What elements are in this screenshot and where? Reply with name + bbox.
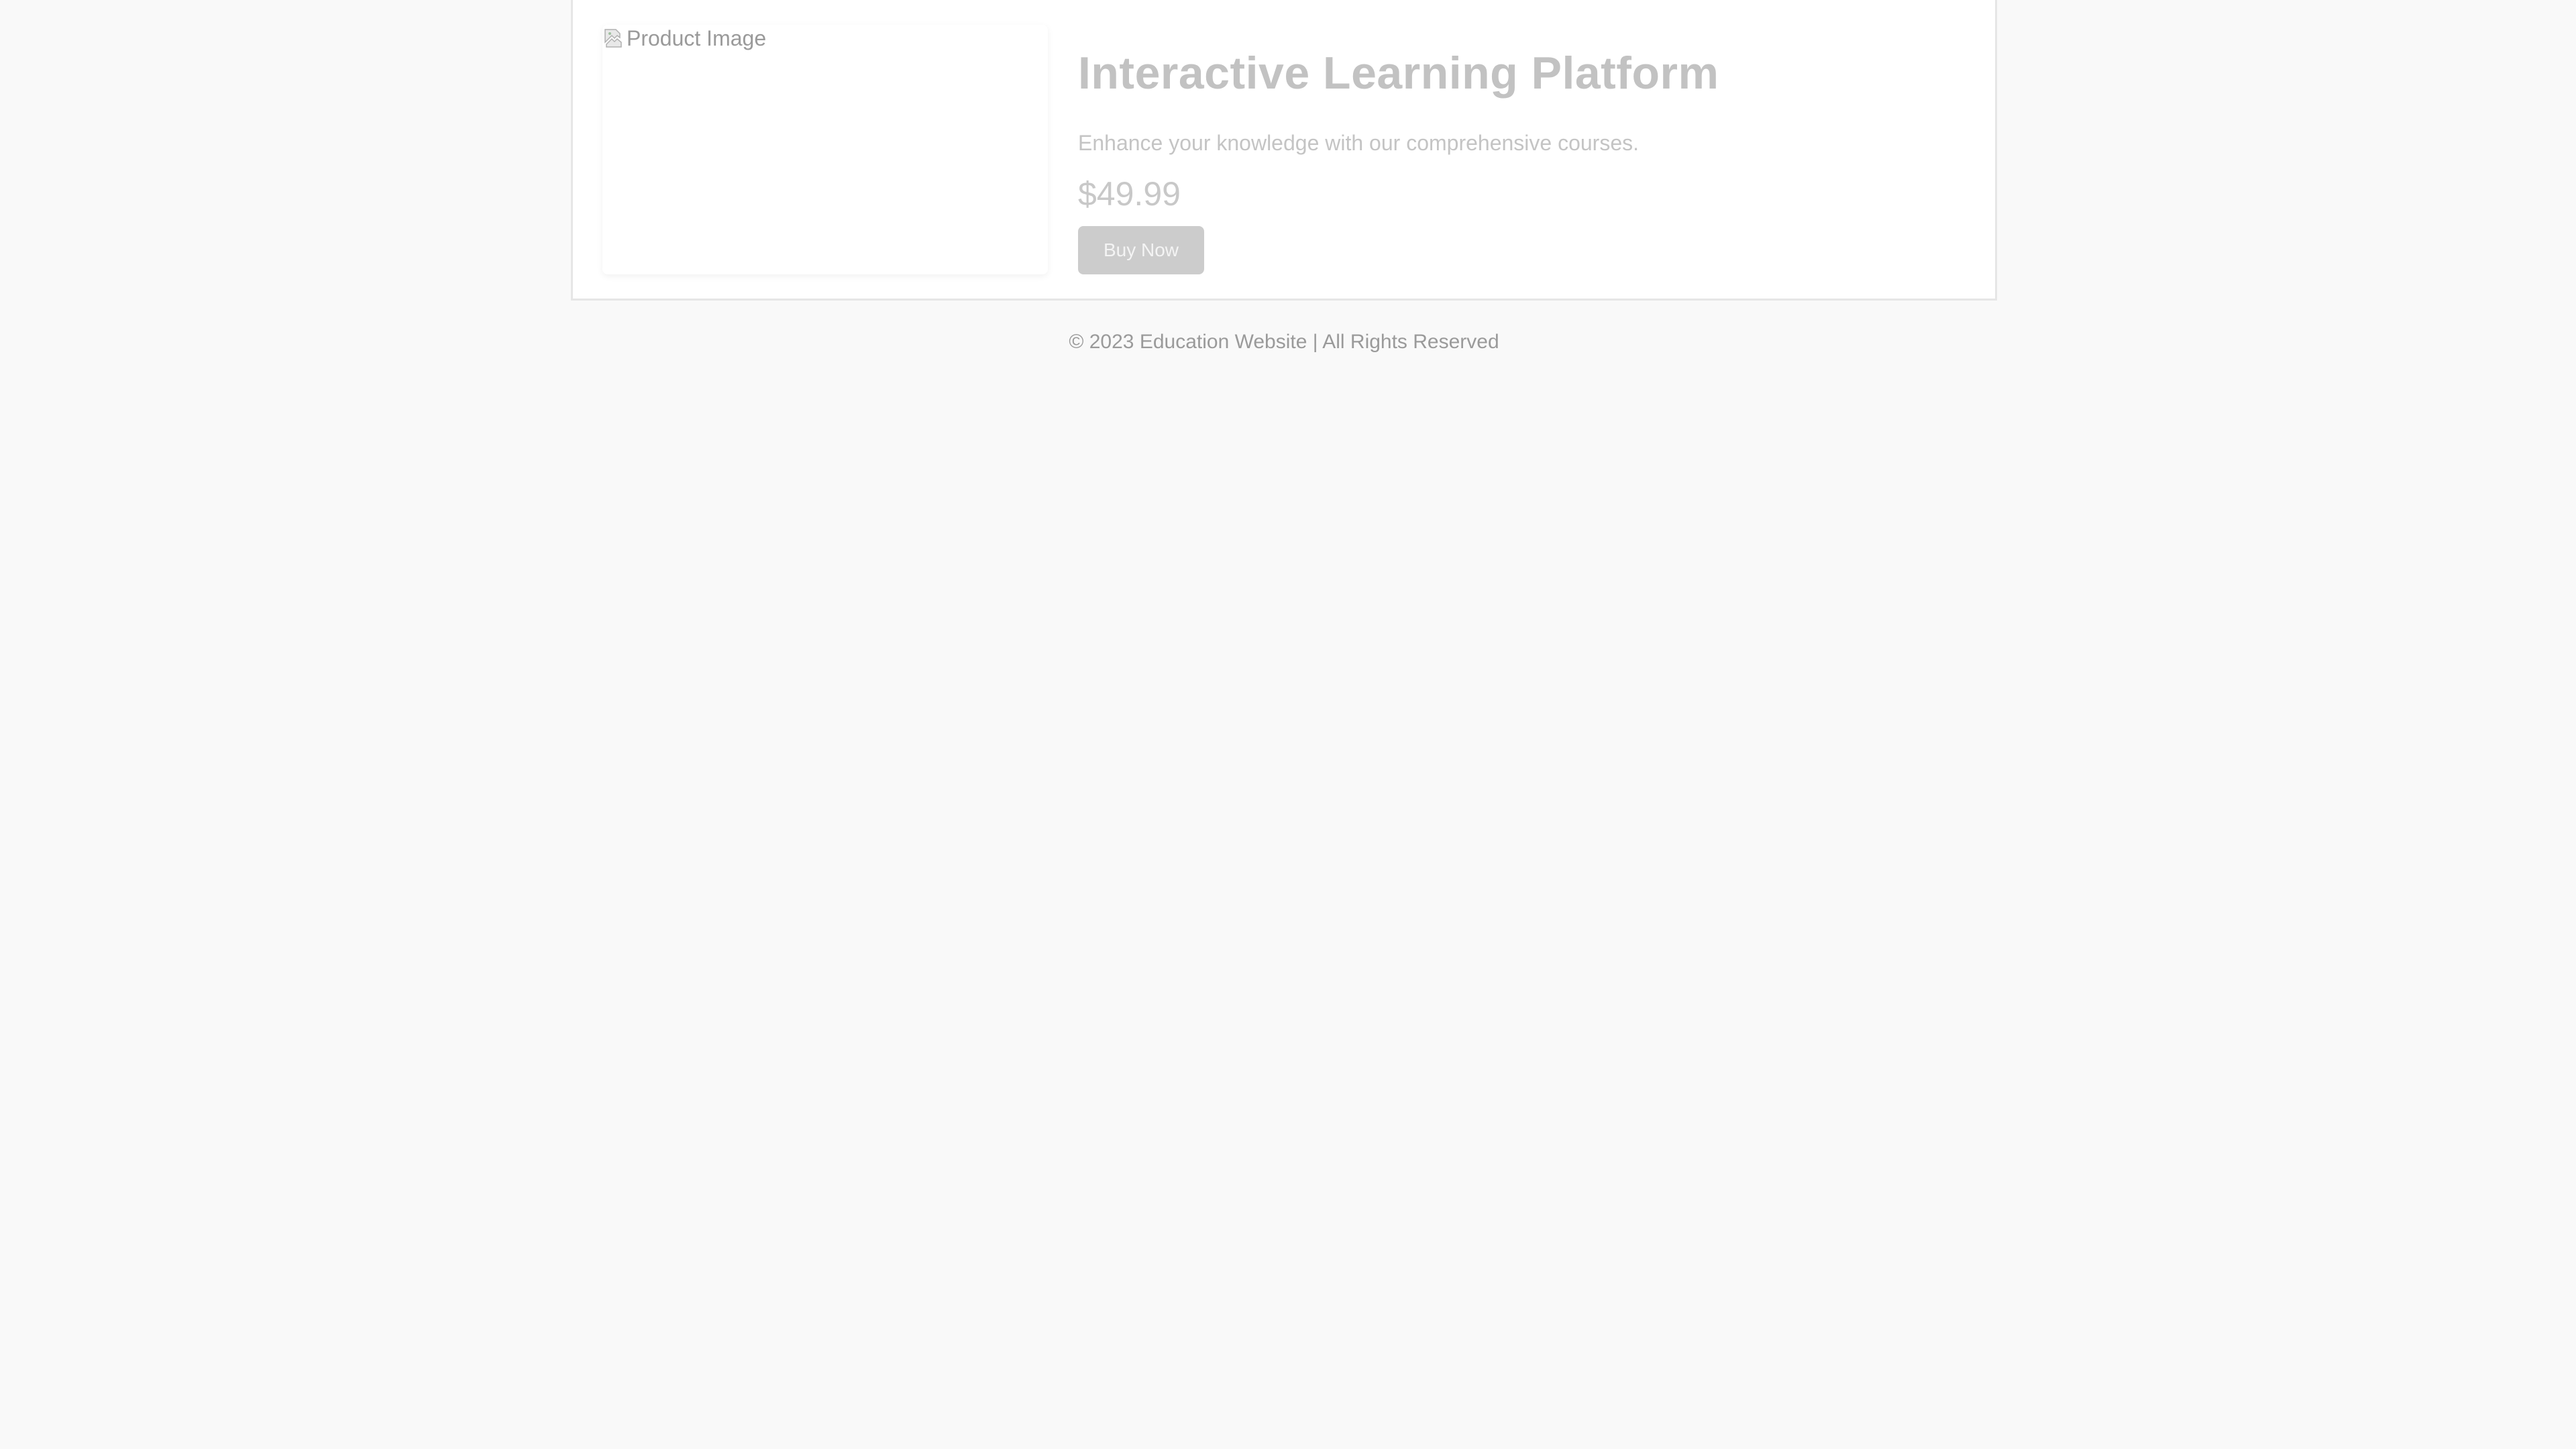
product-image-alt: Product Image <box>627 26 767 50</box>
product-description: Enhance your knowledge with our comprehe… <box>1078 131 1640 155</box>
broken-image-icon <box>604 29 622 48</box>
product-title: Interactive Learning Platform <box>1078 48 1719 99</box>
page: Product Image Interactive Learning Platf… <box>0 0 2576 1449</box>
product-container: Product Image Interactive Learning Platf… <box>571 0 1997 301</box>
product-image-frame: Product Image <box>602 25 1048 274</box>
buy-now-button[interactable]: Buy Now <box>1078 226 1204 274</box>
product-info: Interactive Learning Platform Enhance yo… <box>1078 46 1950 274</box>
footer: © 2023 Education Website | All Rights Re… <box>1069 331 1499 353</box>
product-price: $49.99 <box>1078 175 1181 213</box>
product-image: Product Image <box>602 25 766 52</box>
